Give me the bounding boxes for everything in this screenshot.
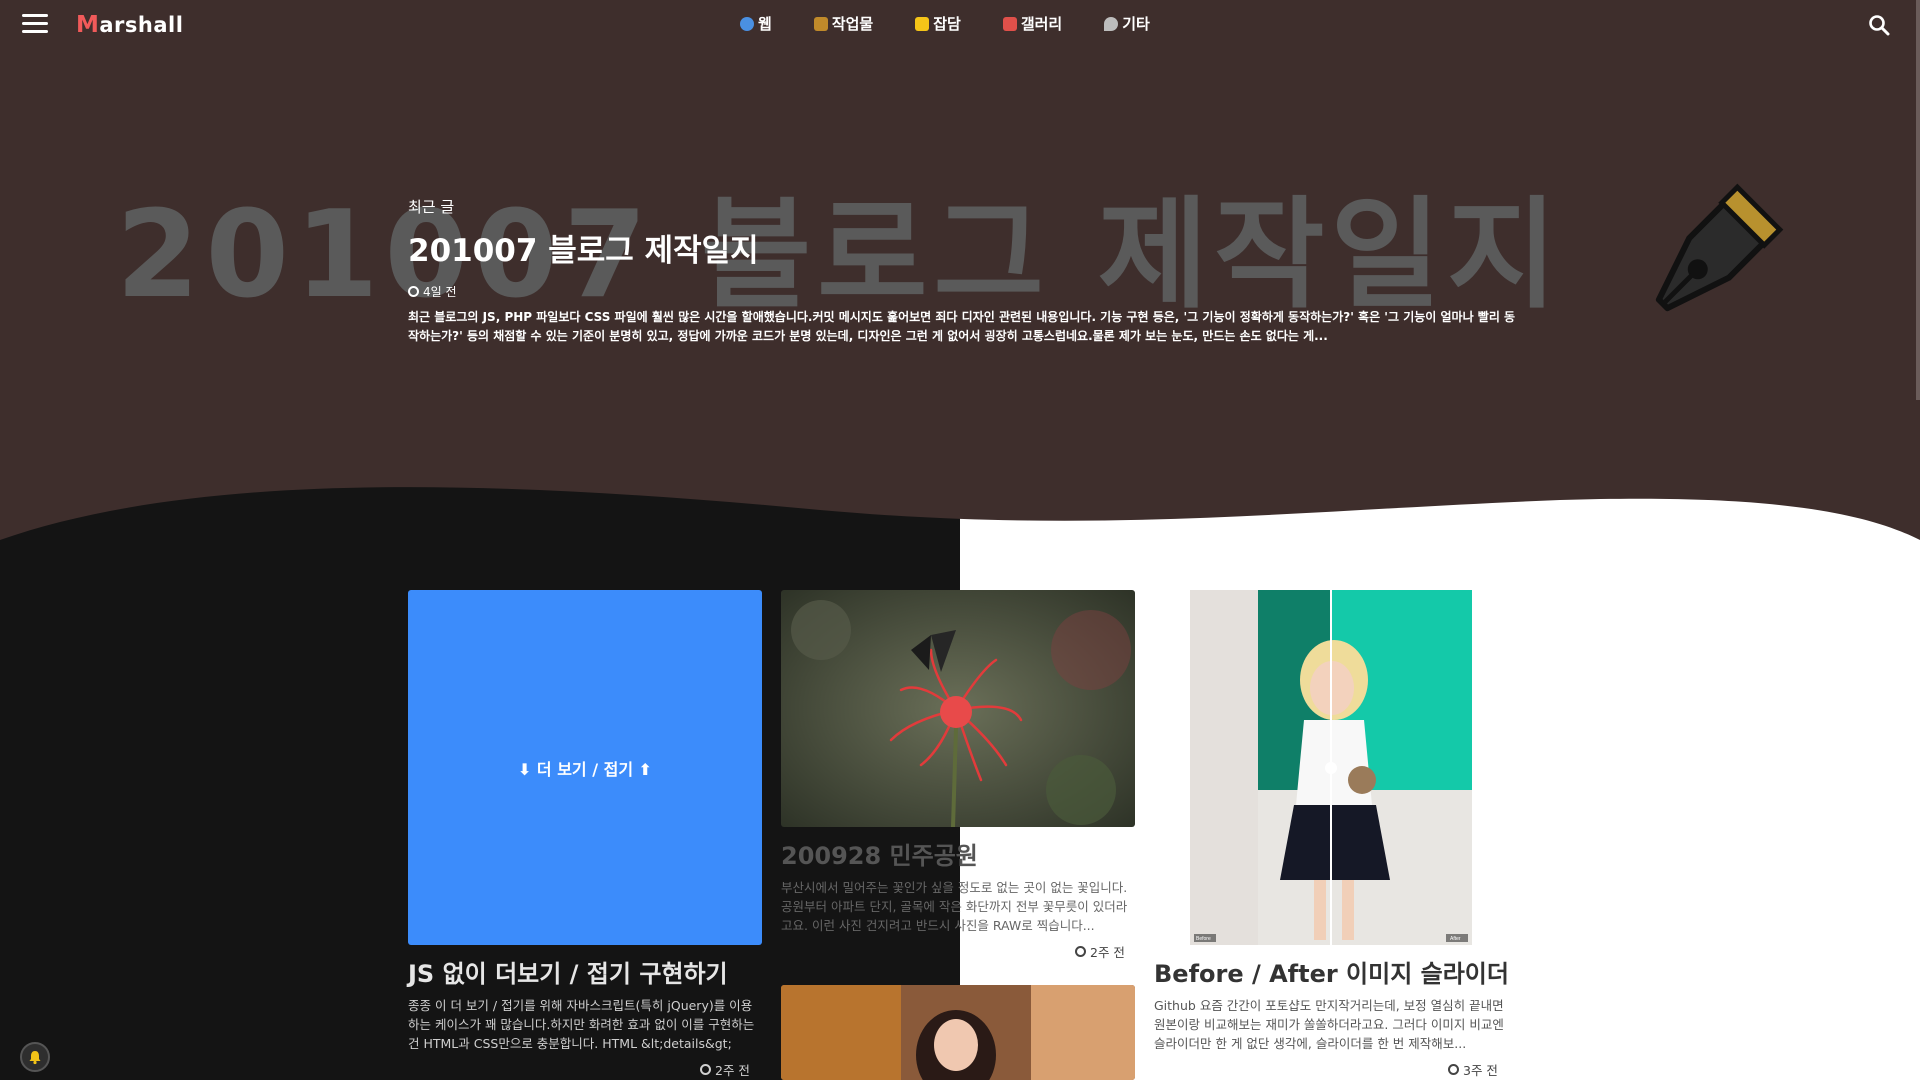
hero-post-meta: 4일 전 [408,283,457,300]
bell-icon [29,1051,41,1065]
post-meta: 2주 전 [1075,942,1125,961]
menu-item-label: 작업물 [831,15,874,33]
post-excerpt: 부산시에서 밀어주는 꽃인가 싶을 정도로 없는 곳이 없는 꽃입니다. 공원부… [781,880,1128,933]
hamburger-menu-icon[interactable] [22,14,48,34]
page: Marshall 웹 작업물 잡담 갤러리 기타 201007 블로그 제작일지… [0,0,1920,1080]
post-thumbnail[interactable]: Before After [1154,590,1508,945]
site-logo[interactable]: Marshall [76,12,183,38]
post-title[interactable]: JS 없이 더보기 / 접기 구현하기 [408,954,728,989]
fountain-pen-icon [1655,183,1784,312]
menu-item-gallery[interactable]: 갤러리 [1002,13,1063,34]
recent-post-label: 최근 글 [408,198,455,216]
post-excerpt: 종종 이 더 보기 / 접기를 위해 자바스크립트(특히 jQuery)를 이용… [408,998,755,1051]
post-time: 2주 전 [715,1063,750,1078]
before-label: Before [1196,936,1211,942]
hero-post-excerpt: 최근 블로그의 JS, PHP 파일보다 CSS 파일에 훨씬 많은 시간을 할… [408,310,1516,343]
post-thumbnail[interactable] [781,985,1135,1080]
post-excerpt: Github 요즘 간간이 포토샵도 만지작거리는데, 보정 열심히 끝내면 원… [1154,998,1504,1051]
logo-initial: M [76,12,100,38]
menu-item-label: 갤러리 [1020,15,1063,33]
menu-item-web[interactable]: 웹 [740,13,772,34]
menu-item-works[interactable]: 작업물 [813,13,874,34]
briefcase-icon [813,16,828,31]
note-icon [915,16,930,31]
post-time: 3주 전 [1463,1063,1498,1078]
chat-icon [1104,16,1119,31]
scrollbar[interactable] [1916,0,1920,400]
post-title[interactable]: Before / After 이미지 슬라이더 [1154,954,1509,989]
main-menu: 웹 작업물 잡담 갤러리 기타 [740,13,1192,34]
image-icon [1002,16,1017,31]
post-card[interactable]: ⬇ 더 보기 / 접기 ⬆ JS 없이 더보기 / 접기 구현하기 종종 이 더… [408,590,762,1080]
post-thumbnail[interactable]: ⬇ 더 보기 / 접기 ⬆ [408,590,762,945]
menu-item-etc[interactable]: 기타 [1104,13,1150,34]
hero-background-title: 201007 블로그 제작일지 [116,186,1564,325]
post-title[interactable]: 200928 민주공원 [781,836,978,871]
thumbnail-text: ⬇ 더 보기 / 접기 ⬆ [517,759,653,779]
post-card[interactable] [781,985,1135,1080]
post-card[interactable]: Before After Before / After 이미지 슬라이더 Git… [1154,590,1509,1080]
after-label: After [1450,936,1461,942]
menu-item-chat[interactable]: 잡담 [915,13,961,34]
post-meta: 3주 전 [1448,1060,1498,1079]
menu-item-label: 웹 [758,15,772,33]
clock-icon [408,286,419,297]
post-thumbnail[interactable] [781,590,1135,827]
clock-icon [1448,1064,1459,1075]
clock-icon [1075,946,1086,957]
hero-post-title[interactable]: 201007 블로그 제작일지 [408,225,759,270]
notification-bell-icon[interactable] [20,1042,50,1072]
post-time: 2주 전 [1090,945,1125,960]
hero-post-time: 4일 전 [423,285,457,299]
globe-icon [740,16,754,31]
search-icon[interactable] [1868,14,1890,36]
logo-text: arshall [99,13,184,37]
top-navbar: Marshall 웹 작업물 잡담 갤러리 기타 [0,0,1920,50]
clock-icon [700,1064,711,1075]
menu-item-label: 잡담 [933,15,961,33]
post-meta: 2주 전 [700,1060,750,1079]
menu-item-label: 기타 [1122,15,1150,33]
post-card[interactable]: 200928 민주공원 부산시에서 밀어주는 꽃인가 싶을 정도로 없는 곳이 … [781,590,1135,980]
